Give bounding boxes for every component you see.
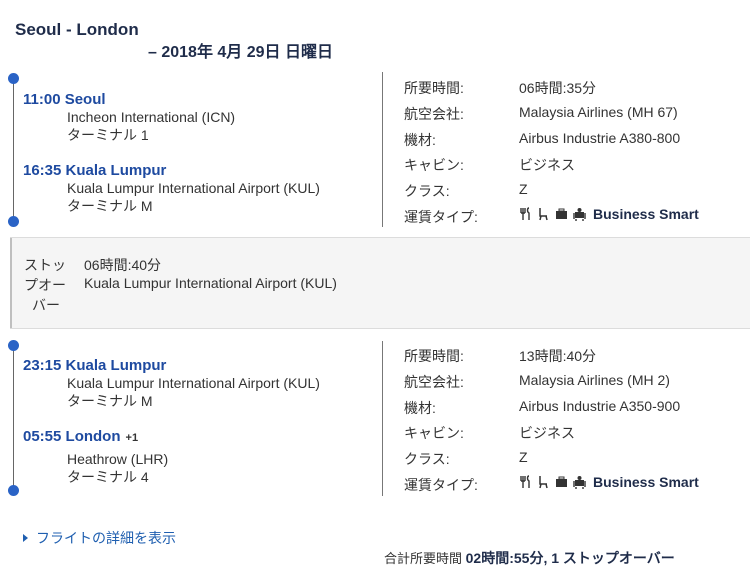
arrival-time-city-text: 05:55 London <box>23 428 121 445</box>
timeline-rail <box>13 346 14 491</box>
departure-time-city: 23:15 Kuala Lumpur <box>23 357 167 374</box>
details-divider <box>382 72 383 227</box>
total-duration-value: 02時間:55分, 1 ストップオーバー <box>465 550 675 566</box>
flight-details-link-text[interactable]: フライトの詳細を表示 <box>36 530 176 546</box>
seat-icon <box>539 208 548 221</box>
duration-value: 13時間:40分 <box>519 348 597 364</box>
airline-value: Malaysia Airlines (MH 67) <box>519 104 678 120</box>
stopover-duration: 06時間:40分 <box>84 257 162 273</box>
aircraft-label: 機材: <box>404 132 436 148</box>
seat-icon <box>539 476 548 489</box>
lounge-icon <box>573 208 586 221</box>
flight-details-link[interactable]: フライトの詳細を表示 <box>22 528 176 548</box>
timeline-dot <box>8 216 19 227</box>
stopover-airport: Kuala Lumpur International Airport (KUL) <box>84 275 337 291</box>
arrival-terminal: ターミナル 4 <box>67 469 149 485</box>
fare-type-text: Business Smart <box>593 206 699 222</box>
stopover-label-line2: プオー <box>24 277 66 293</box>
cabin-label: キャビン: <box>404 425 464 441</box>
duration-label: 所要時間: <box>404 80 464 96</box>
aircraft-value: Airbus Industrie A380-800 <box>519 130 681 146</box>
timeline-dot <box>8 340 19 351</box>
timeline-dot <box>8 485 19 496</box>
total-duration-label: 合計所要時間 <box>384 551 463 566</box>
arrival-time-city: 05:55 London +1 <box>23 428 138 445</box>
departure-terminal: ターミナル 1 <box>67 127 149 143</box>
departure-airport: Incheon International (ICN) <box>67 109 236 125</box>
lounge-icon <box>573 476 586 489</box>
stopover-panel: ストッ プオー バー 06時間:40分 Kuala Lumpur Interna… <box>10 237 750 329</box>
aircraft-value: Airbus Industrie A350-900 <box>519 398 681 414</box>
timeline-rail <box>13 79 14 222</box>
fork-knife-icon <box>520 207 530 220</box>
arrival-terminal: ターミナル M <box>67 198 153 214</box>
arrival-time-city: 16:35 Kuala Lumpur <box>23 162 166 179</box>
departure-time-city: 11:00 Seoul <box>23 91 106 108</box>
stopover-label-line1: ストッ <box>24 257 66 273</box>
chevron-right-icon <box>23 534 28 542</box>
arrival-airport: Heathrow (LHR) <box>67 451 169 467</box>
timeline-dot <box>8 73 19 84</box>
day-offset: +1 <box>125 432 139 444</box>
airline-label: 航空会社: <box>404 106 464 122</box>
aircraft-label: 機材: <box>404 400 436 416</box>
travel-date: – 2018年 4月 29日 日曜日 <box>148 44 333 61</box>
class-label: クラス: <box>404 183 450 199</box>
fare-type-value: Business Smart <box>519 206 699 222</box>
baggage-icon <box>556 476 567 487</box>
fork-knife-icon <box>520 475 530 488</box>
baggage-icon <box>556 208 567 219</box>
arrival-airport: Kuala Lumpur International Airport (KUL) <box>67 180 320 196</box>
stopover-bar <box>10 238 12 328</box>
class-value: Z <box>519 449 528 465</box>
cabin-value: ビジネス <box>519 157 575 173</box>
fare-type-value: Business Smart <box>519 474 699 490</box>
fare-type-text: Business Smart <box>593 474 699 490</box>
arrival-time-city-text: 16:35 Kuala Lumpur <box>23 162 167 179</box>
cabin-label: キャビン: <box>404 157 464 173</box>
duration-value: 06時間:35分 <box>519 80 597 96</box>
details-divider <box>382 341 383 496</box>
class-value: Z <box>519 181 528 197</box>
duration-label: 所要時間: <box>404 348 464 364</box>
airline-label: 航空会社: <box>404 374 464 390</box>
fare-type-label: 運賃タイプ: <box>404 209 478 225</box>
cabin-value: ビジネス <box>519 425 575 441</box>
departure-airport: Kuala Lumpur International Airport (KUL) <box>67 375 320 391</box>
route-title: Seoul - London <box>15 20 139 39</box>
airline-value: Malaysia Airlines (MH 2) <box>519 372 670 388</box>
fare-type-label: 運賃タイプ: <box>404 477 478 493</box>
class-label: クラス: <box>404 451 450 467</box>
stopover-label: ストッ プオー バー <box>24 255 66 315</box>
stopover-label-line3: バー <box>32 297 60 313</box>
departure-terminal: ターミナル M <box>67 393 153 409</box>
total-duration: 合計所要時間 02時間:55分, 1 ストップオーバー <box>384 548 675 568</box>
